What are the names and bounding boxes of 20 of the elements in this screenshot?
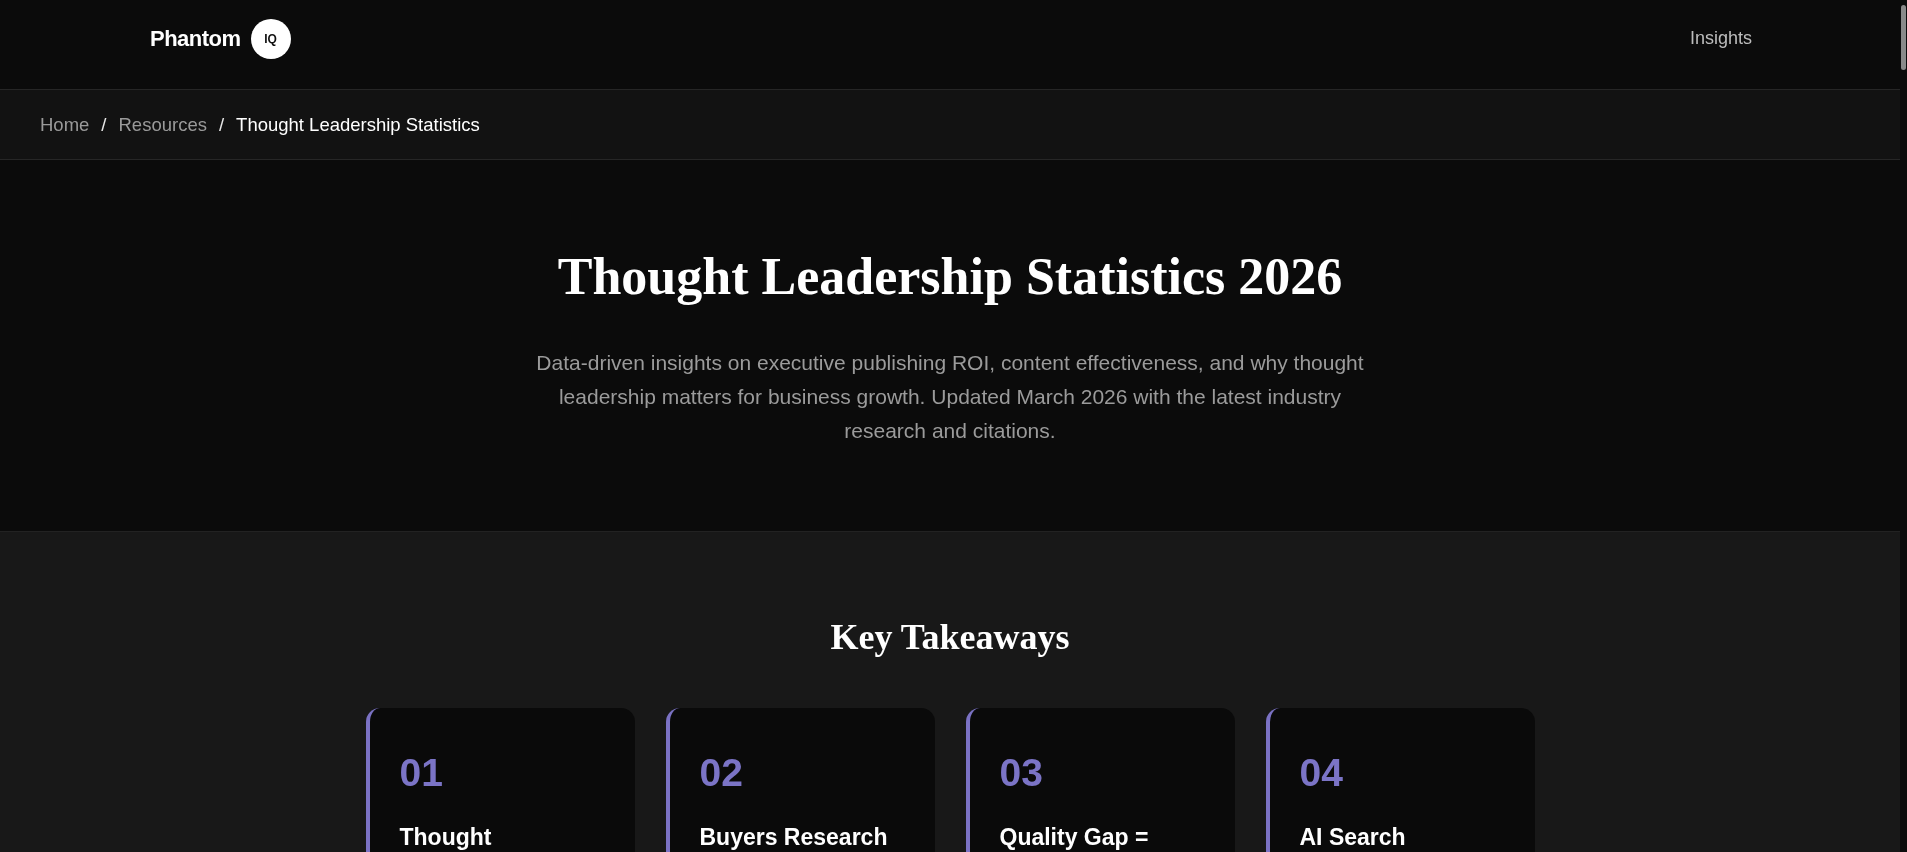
takeaway-number: 04 <box>1299 750 1343 796</box>
takeaway-number: 02 <box>699 750 743 796</box>
takeaway-title: Buyers Research <box>699 824 888 851</box>
breadcrumb-link[interactable]: Home <box>40 113 90 136</box>
breadcrumb-link[interactable]: Resources <box>118 113 207 136</box>
takeaway-number: 03 <box>999 750 1043 796</box>
breadcrumb-separator: / <box>218 113 225 136</box>
breadcrumb-separator: / <box>101 113 107 136</box>
section-heading: Key Takeaways <box>830 616 1070 658</box>
logo-wordmark[interactable]: Phantom <box>150 25 241 52</box>
takeaway-title: Thought <box>399 824 492 851</box>
nav-link[interactable]: Insights <box>1689 28 1752 49</box>
page-subtitle: Data-driven insights on executive publishing ROI, content effectiveness, and why thought leadership matters for business growth. Updated March 2026 with the latest industry research and citations. <box>535 350 1365 444</box>
takeaway-title: AI Search <box>1299 824 1406 851</box>
logo-badge: IQ <box>250 18 291 59</box>
page-title: Thought Leadership Statistics 2026 <box>557 248 1343 306</box>
takeaway-title: Quality Gap = <box>999 824 1149 851</box>
scrollbar-thumb[interactable] <box>1901 5 1906 70</box>
takeaway-number: 01 <box>399 750 443 796</box>
breadcrumb-current-page: Thought Leadership Statistics <box>236 113 480 136</box>
